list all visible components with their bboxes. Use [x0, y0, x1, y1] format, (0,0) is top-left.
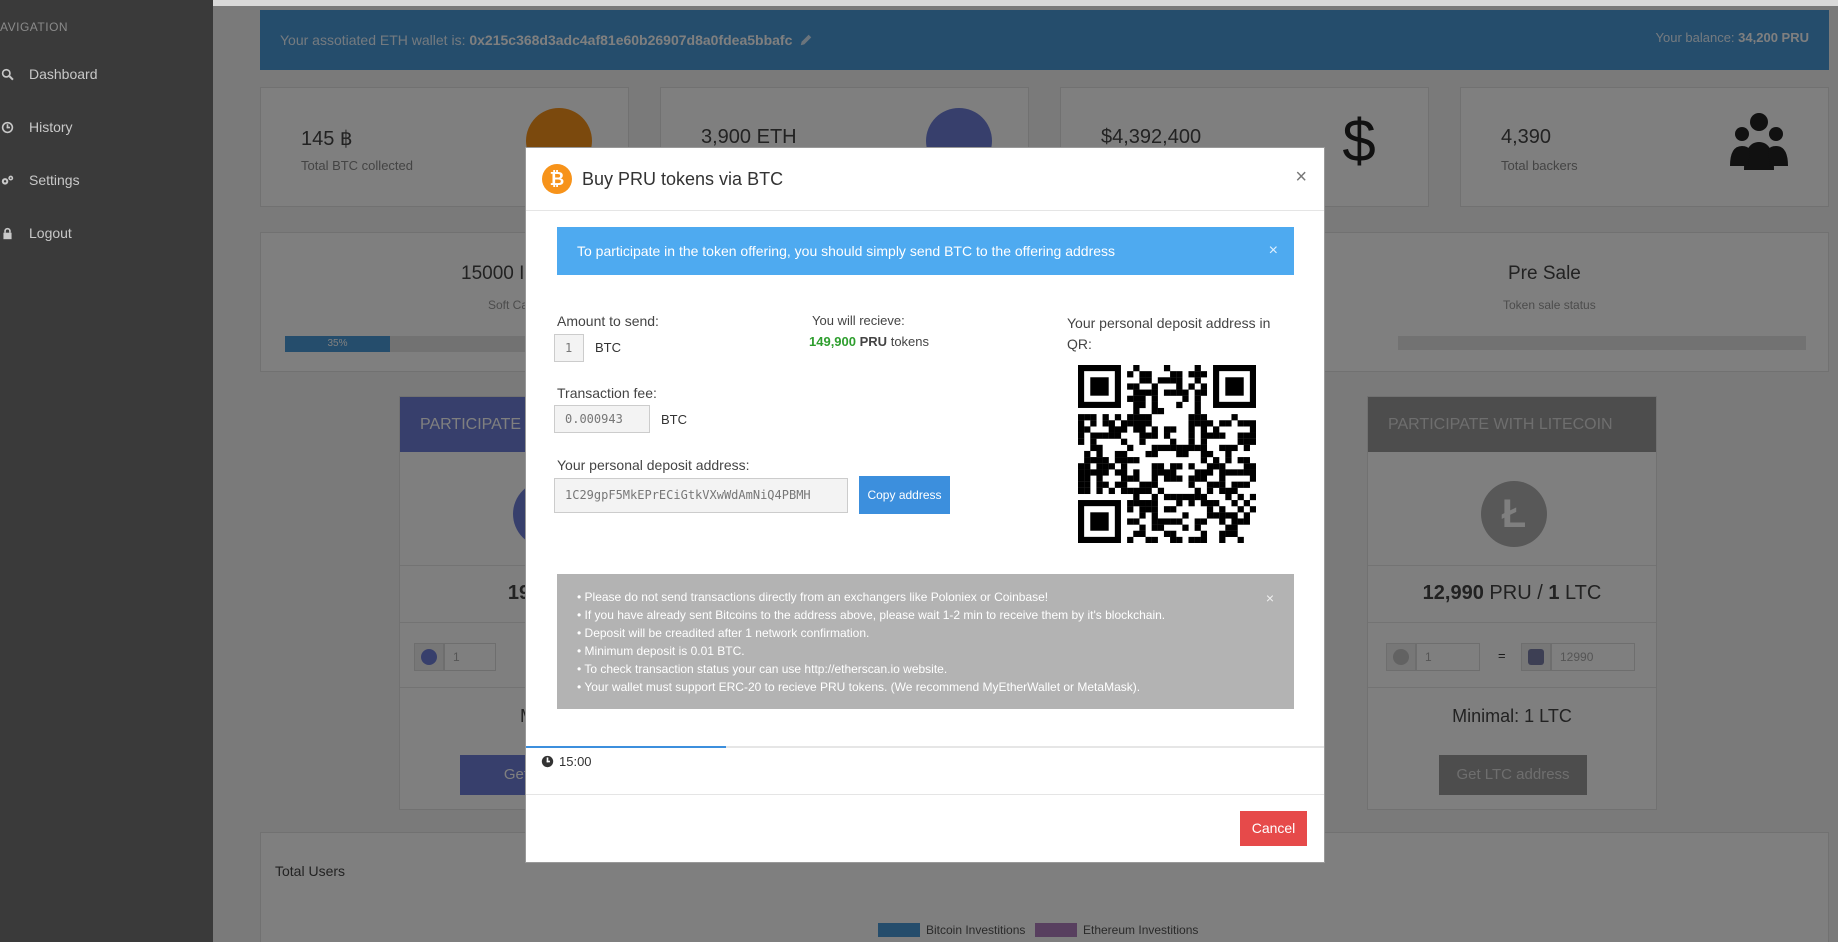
sidebar-item-label: History [29, 119, 73, 135]
bitcoin-icon: ₿ [542, 164, 572, 194]
deposit-address-input[interactable]: 1C29gpF5MkEPrECiGtkVXwWdAmNiQ4PBMH [554, 478, 848, 513]
modal-header: ₿ Buy PRU tokens via BTC × [526, 148, 1324, 211]
modal-title: Buy PRU tokens via BTC [582, 169, 784, 189]
note-line: • Please do not send transactions direct… [577, 590, 1049, 604]
amount-label: Amount to send: [557, 313, 659, 329]
nav-heading: AVIGATION [0, 20, 69, 34]
note-line: • To check transaction status your can u… [577, 662, 948, 676]
sidebar-item-settings[interactable]: Settings [0, 168, 80, 192]
sidebar-item-label: Logout [29, 225, 72, 241]
note-line: • Minimum deposit is 0.01 BTC. [577, 644, 745, 658]
receive-label: You will recieve: [812, 313, 905, 328]
sidebar-item-label: Settings [29, 172, 80, 188]
qr-code [1078, 365, 1256, 543]
note-line: • Your wallet must support ERC-20 to rec… [577, 680, 1141, 694]
note-line: • If you have already sent Bitcoins to t… [577, 608, 1166, 622]
receive-value: 149,900 PRU tokens [809, 334, 929, 349]
history-icon [0, 120, 14, 134]
fee-unit: BTC [661, 412, 687, 427]
receive-amount: 149,900 [809, 334, 856, 349]
buy-pru-modal: ₿ Buy PRU tokens via BTC × To participat… [525, 147, 1325, 863]
qr-label: Your personal deposit address in QR: [1067, 315, 1271, 352]
amount-input[interactable]: 1 [554, 334, 584, 362]
cogs-icon [0, 173, 14, 187]
timer: 15:00 [541, 754, 592, 769]
fee-label: Transaction fee: [557, 385, 657, 401]
note-line: • Deposit will be creadited after 1 netw… [577, 626, 870, 640]
close-icon[interactable]: × [1295, 166, 1307, 189]
close-icon[interactable]: × [1266, 590, 1274, 606]
lock-icon [0, 226, 14, 240]
receive-token: PRU [859, 334, 888, 349]
sidebar: AVIGATION Dashboard History Settings Log… [0, 0, 213, 942]
info-alert-text: To participate in the token offering, yo… [577, 243, 1116, 259]
timer-text: 15:00 [559, 754, 592, 769]
fee-input: 0.000943 [554, 405, 650, 433]
sidebar-item-logout[interactable]: Logout [0, 221, 72, 245]
deposit-label: Your personal deposit address: [557, 457, 750, 473]
copy-address-button[interactable]: Copy address [859, 476, 950, 514]
footer-divider [526, 794, 1324, 795]
clock-icon [541, 755, 554, 768]
sidebar-item-label: Dashboard [29, 66, 98, 82]
sidebar-item-dashboard[interactable]: Dashboard [0, 62, 98, 86]
info-alert: To participate in the token offering, yo… [557, 227, 1294, 275]
timer-progress [526, 746, 726, 748]
amount-unit: BTC [595, 340, 621, 355]
close-icon[interactable]: × [1269, 227, 1278, 275]
cancel-button[interactable]: Cancel [1240, 811, 1307, 846]
sidebar-item-history[interactable]: History [0, 115, 73, 139]
search-icon [0, 67, 14, 81]
receive-suffix: tokens [890, 334, 930, 349]
notes-alert: • Please do not send transactions direct… [557, 574, 1294, 709]
